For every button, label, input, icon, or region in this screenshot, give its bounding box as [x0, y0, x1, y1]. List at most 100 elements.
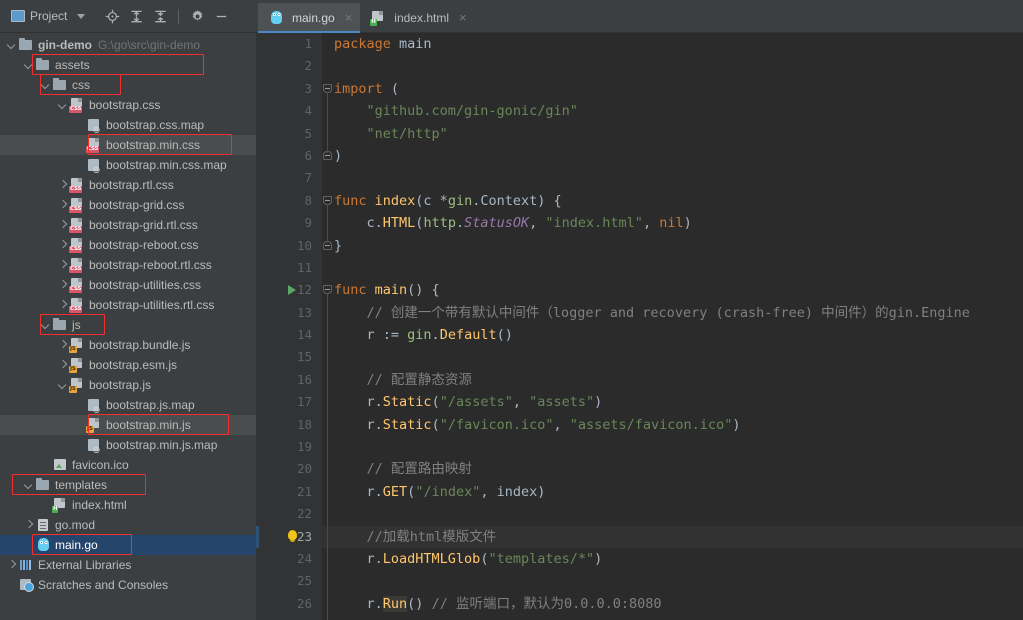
- run-gutter-icon[interactable]: [288, 285, 296, 296]
- tree-row-external-libraries[interactable]: External Libraries: [0, 555, 256, 575]
- settings-gear-icon[interactable]: [186, 5, 208, 27]
- code-line-26[interactable]: r.Run() // 监听端口，默认为0.0.0.0:8080: [322, 593, 1023, 615]
- tree-row-bootstrap-grid-css[interactable]: CSS bootstrap-grid.css: [0, 195, 256, 215]
- chevron-down-icon[interactable]: [24, 480, 35, 491]
- chevron-right-icon[interactable]: [58, 200, 69, 211]
- tree-row-templates[interactable]: templates: [0, 475, 256, 495]
- chevron-right-icon[interactable]: [58, 240, 69, 251]
- gutter-line-4[interactable]: 4: [256, 100, 322, 122]
- tree-row-bootstrap-min-js[interactable]: JS bootstrap.min.js: [0, 415, 256, 435]
- tree-row-css[interactable]: css: [0, 75, 256, 95]
- chevron-down-icon[interactable]: [58, 100, 69, 111]
- chevron-down-icon[interactable]: [77, 13, 86, 19]
- gutter-line-17[interactable]: 17: [256, 391, 322, 413]
- chevron-down-icon[interactable]: [24, 60, 35, 71]
- chevron-right-icon[interactable]: [58, 340, 69, 351]
- code-line-9[interactable]: c.HTML(http.StatusOK, "index.html", nil): [322, 212, 1023, 234]
- gutter-line-5[interactable]: 5: [256, 123, 322, 145]
- tree-row-bootstrap-utilities-css[interactable]: CSS bootstrap-utilities.css: [0, 275, 256, 295]
- gutter-line-7[interactable]: 7: [256, 167, 322, 189]
- code-line-3[interactable]: import (: [322, 78, 1023, 100]
- tree-row-bootstrap-rtl-css[interactable]: CSS bootstrap.rtl.css: [0, 175, 256, 195]
- gutter-line-23[interactable]: 23: [256, 525, 322, 548]
- tree-row-gin-demo[interactable]: gin-demo G:\go\src\gin-demo: [0, 35, 256, 55]
- tree-row-bootstrap-js-map[interactable]: bootstrap.js.map: [0, 395, 256, 415]
- code-line-20[interactable]: // 配置路由映射: [322, 458, 1023, 480]
- tree-row-bootstrap-reboot-css[interactable]: CSS bootstrap-reboot.css: [0, 235, 256, 255]
- code-line-15[interactable]: [322, 346, 1023, 368]
- project-panel-title[interactable]: Project: [7, 7, 89, 25]
- editor-tab-main-go[interactable]: main.go ×: [258, 3, 361, 33]
- chevron-right-icon[interactable]: [7, 560, 18, 571]
- code-line-6[interactable]: ): [322, 145, 1023, 167]
- close-icon[interactable]: ×: [345, 11, 353, 24]
- editor-code-area[interactable]: package main import ( "github.com/gin-gon…: [322, 33, 1023, 620]
- code-line-18[interactable]: r.Static("/favicon.ico", "assets/favicon…: [322, 414, 1023, 436]
- code-line-27[interactable]: }: [322, 615, 1023, 620]
- chevron-right-icon[interactable]: [24, 520, 35, 531]
- code-line-4[interactable]: "github.com/gin-gonic/gin": [322, 100, 1023, 122]
- chevron-right-icon[interactable]: [58, 180, 69, 191]
- code-line-21[interactable]: r.GET("/index", index): [322, 481, 1023, 503]
- gutter-line-6[interactable]: 6: [256, 145, 322, 167]
- gutter-line-24[interactable]: 24: [256, 548, 322, 570]
- chevron-down-icon[interactable]: [58, 380, 69, 391]
- code-line-8[interactable]: func index(c *gin.Context) {: [322, 190, 1023, 212]
- tree-row-bootstrap-min-css[interactable]: CSS bootstrap.min.css: [0, 135, 256, 155]
- gutter-line-13[interactable]: 13: [256, 302, 322, 324]
- tree-row-bootstrap-min-js-map[interactable]: bootstrap.min.js.map: [0, 435, 256, 455]
- chevron-right-icon[interactable]: [58, 260, 69, 271]
- gutter-line-15[interactable]: 15: [256, 346, 322, 368]
- code-line-1[interactable]: package main: [322, 33, 1023, 55]
- tree-row-bootstrap-esm-js[interactable]: JS bootstrap.esm.js: [0, 355, 256, 375]
- chevron-down-icon[interactable]: [41, 320, 52, 331]
- gutter-line-27[interactable]: 27: [256, 615, 322, 620]
- gutter-line-21[interactable]: 21: [256, 481, 322, 503]
- tree-row-go-mod[interactable]: go.mod: [0, 515, 256, 535]
- code-line-11[interactable]: [322, 257, 1023, 279]
- tree-row-main-go[interactable]: main.go: [0, 535, 256, 555]
- gutter-line-14[interactable]: 14: [256, 324, 322, 346]
- tree-row-bootstrap-css[interactable]: CSS bootstrap.css: [0, 95, 256, 115]
- tree-row-bootstrap-grid-rtl-css[interactable]: CSS bootstrap-grid.rtl.css: [0, 215, 256, 235]
- tree-row-bootstrap-bundle-js[interactable]: JS bootstrap.bundle.js: [0, 335, 256, 355]
- chevron-down-icon[interactable]: [41, 80, 52, 91]
- tree-row-favicon-ico[interactable]: favicon.ico: [0, 455, 256, 475]
- code-line-14[interactable]: r := gin.Default(): [322, 324, 1023, 346]
- gutter-line-2[interactable]: 2: [256, 55, 322, 77]
- tree-row-bootstrap-css-map[interactable]: bootstrap.css.map: [0, 115, 256, 135]
- code-line-22[interactable]: [322, 503, 1023, 525]
- code-line-24[interactable]: r.LoadHTMLGlob("templates/*"): [322, 548, 1023, 570]
- code-line-12[interactable]: func main() {: [322, 279, 1023, 301]
- tree-row-index-html[interactable]: Hindex.html: [0, 495, 256, 515]
- tree-row-bootstrap-utilities-rtl-css[interactable]: CSS bootstrap-utilities.rtl.css: [0, 295, 256, 315]
- code-line-5[interactable]: "net/http": [322, 123, 1023, 145]
- code-line-2[interactable]: [322, 55, 1023, 77]
- tree-row-assets[interactable]: assets: [0, 55, 256, 75]
- gutter-line-11[interactable]: 11: [256, 257, 322, 279]
- expand-all-icon[interactable]: [125, 5, 147, 27]
- chevron-right-icon[interactable]: [58, 300, 69, 311]
- gutter-line-19[interactable]: 19: [256, 436, 322, 458]
- code-line-23[interactable]: //加载html模版文件: [322, 525, 1023, 548]
- code-line-17[interactable]: r.Static("/assets", "assets"): [322, 391, 1023, 413]
- gutter-line-3[interactable]: 3: [256, 78, 322, 100]
- hide-panel-icon[interactable]: [210, 5, 232, 27]
- chevron-right-icon[interactable]: [58, 280, 69, 291]
- gutter-line-9[interactable]: 9: [256, 212, 322, 234]
- gutter-line-12[interactable]: 12: [256, 279, 322, 301]
- code-line-13[interactable]: // 创建一个带有默认中间件（logger and recovery (cras…: [322, 302, 1023, 324]
- tree-row-bootstrap-js[interactable]: JS bootstrap.js: [0, 375, 256, 395]
- code-line-25[interactable]: [322, 570, 1023, 592]
- gutter-line-18[interactable]: 18: [256, 414, 322, 436]
- gutter-line-25[interactable]: 25: [256, 570, 322, 592]
- gutter-line-20[interactable]: 20: [256, 458, 322, 480]
- code-line-19[interactable]: [322, 436, 1023, 458]
- gutter-line-16[interactable]: 16: [256, 369, 322, 391]
- chevron-right-icon[interactable]: [58, 220, 69, 231]
- editor-tab-index-html[interactable]: H index.html ×: [360, 3, 474, 32]
- editor-gutter[interactable]: 1 2 3 4 5 6 7 8 9 10 11 12 13 14 15 16 17 18 19 20 21 22 23 24 2…: [256, 33, 322, 620]
- tree-row-bootstrap-reboot-rtl-css[interactable]: CSS bootstrap-reboot.rtl.css: [0, 255, 256, 275]
- gutter-line-10[interactable]: 10: [256, 235, 322, 257]
- gutter-line-8[interactable]: 8: [256, 190, 322, 212]
